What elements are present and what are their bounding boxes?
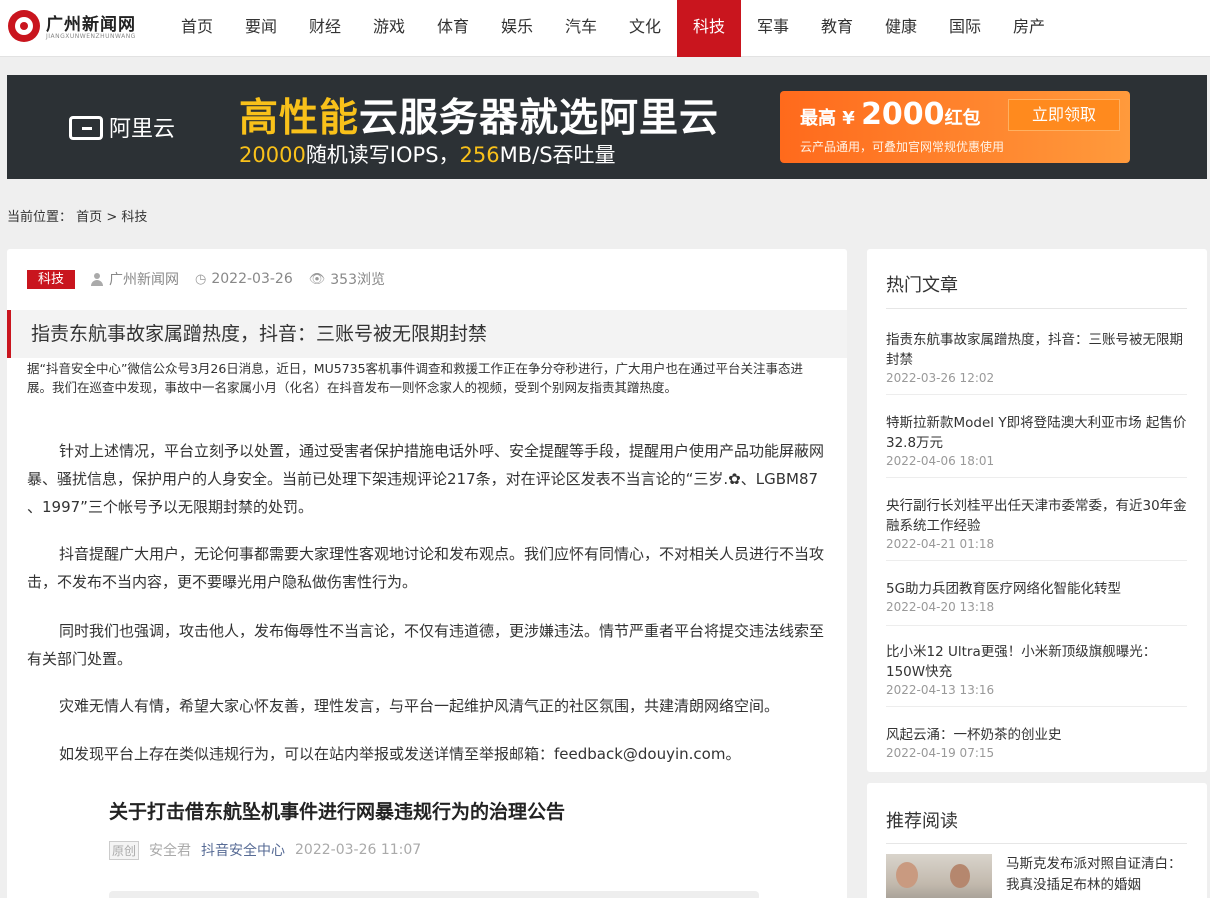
hot-article-date: 2022-03-26 12:02 — [886, 371, 995, 385]
nav-item-auto[interactable]: 汽车 — [549, 0, 613, 57]
promo-suffix: 红包 — [944, 108, 981, 129]
clock-icon: ◷ — [195, 271, 207, 287]
notice-datetime: 2022-03-26 11:07 — [295, 842, 422, 858]
notice-source: 抖音安全中心 — [201, 843, 286, 859]
nav-item-games[interactable]: 游戏 — [357, 0, 421, 57]
breadcrumb-home-link[interactable]: 首页 — [76, 210, 102, 225]
banner-headline-highlight: 高性能 — [239, 96, 360, 141]
logo-icon — [8, 10, 40, 42]
nav-item-tech[interactable]: 科技 — [677, 0, 741, 57]
embedded-notice-screenshot: 关于打击借东航坠机事件进行网暴违规行为的治理公告 原创 安全君 抖音安全中心 2… — [109, 797, 809, 898]
notice-meta: 原创 安全君 抖音安全中心 2022-03-26 11:07 — [109, 840, 809, 860]
banner-sub-num1: 20000 — [239, 143, 306, 167]
promo-note: 云产品通用，可叠加官网常规优惠使用 — [800, 140, 1005, 154]
article-title-bar: 指责东航事故家属蹭热度，抖音：三账号被无限期封禁 — [7, 310, 847, 358]
article-date: ◷ 2022-03-26 — [195, 271, 293, 287]
hot-articles-title: 热门文章 — [886, 275, 958, 296]
hot-article-item[interactable]: 指责东航事故家属蹭热度，抖音：三账号被无限期封禁 2022-03-26 12:0… — [886, 330, 1187, 395]
nav-item-realestate[interactable]: 房产 — [997, 0, 1061, 57]
hot-article-date: 2022-04-06 18:01 — [886, 454, 995, 468]
article-date-value: 2022-03-26 — [211, 271, 293, 287]
article-views: 👁 353浏览 — [309, 269, 385, 289]
article-paragraph: 针对上述情况，平台立刻予以处置，通过受害者保护措施电话外呼、安全提醒等手段，提醒… — [27, 442, 825, 516]
nav-item-news[interactable]: 要闻 — [229, 0, 293, 57]
eye-icon: 👁 — [308, 271, 326, 287]
notice-author: 安全君 — [149, 843, 192, 859]
promo-amount-value: 2000 — [861, 97, 945, 132]
aliyun-logo: 阿里云 — [69, 111, 175, 143]
hot-article-title[interactable]: 指责东航事故家属蹭热度，抖音：三账号被无限期封禁 — [886, 330, 1187, 370]
nav-item-health[interactable]: 健康 — [869, 0, 933, 57]
article-author-name: 广州新闻网 — [109, 272, 180, 288]
claim-button[interactable]: 立即领取 — [1008, 99, 1120, 131]
breadcrumb-separator: > — [106, 210, 118, 225]
banner-promo-box[interactable]: 最高 ¥ 2000红包 立即领取 云产品通用，可叠加官网常规优惠使用 — [780, 91, 1130, 163]
nav-item-entertainment[interactable]: 娱乐 — [485, 0, 549, 57]
hot-article-title[interactable]: 比小米12 Ultra更强！小米新顶级旗舰曝光：150W快充 — [886, 642, 1187, 682]
hot-article-item[interactable]: 央行副行长刘桂平出任天津市委常委，有近30年金融系统工作经验 2022-04-2… — [886, 496, 1187, 561]
hot-article-item[interactable]: 风起云涌：一杯奶茶的创业史 2022-04-19 07:15 — [886, 725, 1187, 765]
nav-item-sports[interactable]: 体育 — [421, 0, 485, 57]
nav-item-finance[interactable]: 财经 — [293, 0, 357, 57]
banner-sub-text2: MB/S吞吐量 — [499, 143, 616, 167]
breadcrumb-prefix: 当前位置： — [7, 210, 73, 225]
logo-name: 广州新闻网 — [46, 15, 136, 35]
logo-subtitle: JIANGXUNWENZHUNWANG — [46, 33, 136, 40]
recommended-panel: 推荐阅读 马斯克发布派对照自证清白：我真没插足布林的婚姻 — [867, 783, 1207, 898]
divider — [886, 843, 1187, 844]
original-badge: 原创 — [109, 840, 140, 860]
hot-article-date: 2022-04-20 13:18 — [886, 600, 995, 614]
article-paragraph: 抖音提醒广大用户，无论何事都需要大家理性客观地讨论和发布观点。我们应怀有同情心，… — [27, 545, 825, 591]
hot-article-item[interactable]: 5G助力兵团教育医疗网络化智能化转型 2022-04-20 13:18 — [886, 579, 1187, 626]
nav-item-military[interactable]: 军事 — [741, 0, 805, 57]
hot-articles-panel: 热门文章 指责东航事故家属蹭热度，抖音：三账号被无限期封禁 2022-03-26… — [867, 249, 1207, 772]
category-tag[interactable]: 科技 — [27, 269, 76, 289]
user-icon — [91, 272, 104, 286]
breadcrumb-current-link[interactable]: 科技 — [121, 210, 147, 225]
hot-article-date: 2022-04-13 13:16 — [886, 683, 995, 697]
nav-item-international[interactable]: 国际 — [933, 0, 997, 57]
article-paragraph: 灾难无情人有情，希望大家心怀友善，理性发言，与平台一起维护风清气正的社区氛围，共… — [59, 697, 780, 715]
aliyun-brand: 阿里云 — [109, 117, 176, 142]
recommended-article-title[interactable]: 马斯克发布派对照自证清白：我真没插足布林的婚姻 — [1006, 854, 1186, 896]
article-paragraph: 如发现平台上存在类似违规行为，可以在站内举报或发送详情至举报邮箱：feedbac… — [59, 745, 741, 763]
promo-prefix: 最高 ¥ — [800, 108, 862, 129]
notice-content-placeholder — [109, 891, 759, 898]
notice-title: 关于打击借东航坠机事件进行网暴违规行为的治理公告 — [109, 801, 566, 823]
article-views-value: 353浏览 — [330, 272, 385, 288]
nav-item-home[interactable]: 首页 — [165, 0, 229, 57]
promo-amount: 最高 ¥ 2000红包 — [800, 97, 981, 132]
nav-item-culture[interactable]: 文化 — [613, 0, 677, 57]
article-title: 指责东航事故家属蹭热度，抖音：三账号被无限期封禁 — [31, 323, 488, 345]
aliyun-banner-ad[interactable]: 阿里云 高性能云服务器就选阿里云 20000随机读写IOPS，256MB/S吞吐… — [7, 75, 1207, 179]
banner-subline: 20000随机读写IOPS，256MB/S吞吐量 — [239, 139, 616, 169]
article-meta: 科技 广州新闻网 ◷ 2022-03-26 👁 353浏览 — [27, 269, 401, 289]
hot-article-title[interactable]: 5G助力兵团教育医疗网络化智能化转型 — [886, 579, 1187, 599]
breadcrumb: 当前位置： 首页 > 科技 — [7, 206, 147, 225]
article-paragraph: 同时我们也强调，攻击他人，发布侮辱性不当言论，不仅有违道德，更涉嫌违法。情节严重… — [27, 622, 825, 668]
site-logo[interactable]: 广州新闻网 JIANGXUNWENZHUNWANG — [8, 8, 138, 44]
article-author: 广州新闻网 — [91, 269, 179, 289]
banner-headline: 高性能云服务器就选阿里云 — [239, 87, 719, 143]
hot-article-date: 2022-04-19 07:15 — [886, 746, 995, 760]
nav-item-education[interactable]: 教育 — [805, 0, 869, 57]
recommended-title: 推荐阅读 — [886, 811, 958, 832]
banner-sub-num2: 256 — [459, 143, 500, 167]
banner-headline-rest: 云服务器就选阿里云 — [359, 96, 720, 141]
hot-article-title[interactable]: 风起云涌：一杯奶茶的创业史 — [886, 725, 1187, 745]
banner-sub-text1: 随机读写IOPS， — [305, 143, 460, 167]
article-summary: 据“抖音安全中心”微信公众号3月26日消息，近日，MU5735客机事件调查和救援… — [27, 361, 804, 395]
hot-article-item[interactable]: 比小米12 Ultra更强！小米新顶级旗舰曝光：150W快充 2022-04-1… — [886, 642, 1187, 707]
hot-article-title[interactable]: 特斯拉新款Model Y即将登陆澳大利亚市场 起售价32.8万元 — [886, 413, 1187, 453]
hot-article-date: 2022-04-21 01:18 — [886, 537, 995, 551]
hot-article-item[interactable]: 特斯拉新款Model Y即将登陆澳大利亚市场 起售价32.8万元 2022-04… — [886, 413, 1187, 478]
site-header: 广州新闻网 JIANGXUNWENZHUNWANG 首页 要闻 财经 游戏 体育… — [0, 0, 1210, 57]
main-nav: 首页 要闻 财经 游戏 体育 娱乐 汽车 文化 科技 军事 教育 健康 国际 房… — [165, 0, 1061, 57]
divider — [886, 308, 1187, 309]
hot-article-title[interactable]: 央行副行长刘桂平出任天津市委常委，有近30年金融系统工作经验 — [886, 496, 1187, 536]
aliyun-logo-icon — [69, 116, 103, 140]
recommended-thumbnail[interactable] — [886, 854, 992, 898]
article-card: 科技 广州新闻网 ◷ 2022-03-26 👁 353浏览 指责东航事故家属蹭热… — [7, 249, 847, 898]
